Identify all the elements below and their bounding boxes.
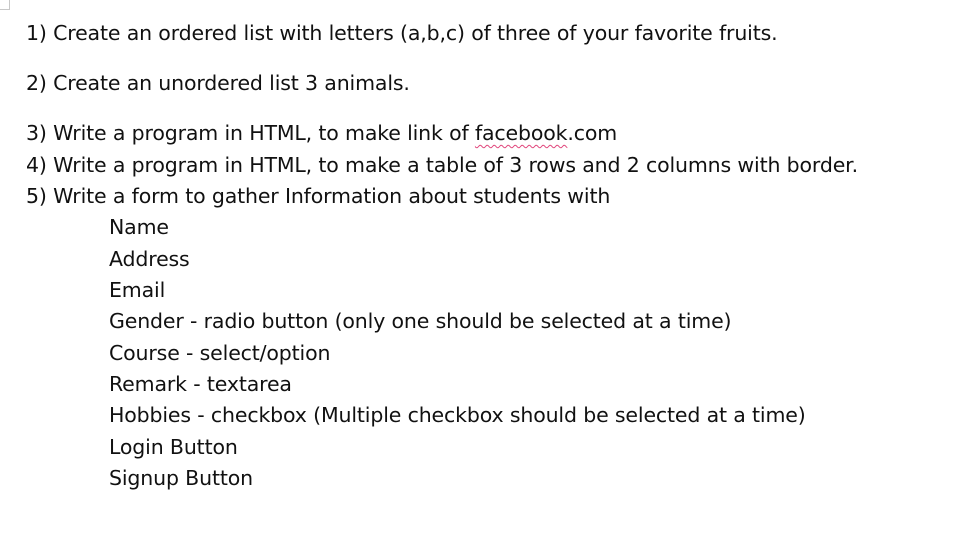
task-5: 5) Write a form to gather Information ab…	[26, 184, 611, 208]
form-field-remark: Remark - textarea	[109, 372, 292, 396]
task-3-suffix: .com	[567, 121, 618, 145]
task-3: 3) Write a program in HTML, to make link…	[26, 120, 617, 146]
form-field-hobbies: Hobbies - checkbox (Multiple checkbox sh…	[109, 403, 806, 427]
form-field-signup-button: Signup Button	[109, 466, 253, 490]
form-field-name: Name	[109, 215, 169, 239]
form-field-course: Course - select/option	[109, 341, 331, 365]
form-field-gender: Gender - radio button (only one should b…	[109, 309, 732, 333]
page-corner-marker	[0, 0, 10, 10]
form-field-email: Email	[109, 278, 166, 302]
task-3-text: 3) Write a program in HTML, to make link…	[26, 121, 475, 145]
task-1: 1) Create an ordered list with letters (…	[26, 21, 778, 45]
misspelled-word-facebook: facebook	[474, 121, 568, 145]
form-field-login-button: Login Button	[109, 435, 238, 459]
document-body: 1) Create an ordered list with letters (…	[26, 0, 956, 557]
task-2: 2) Create an unordered list 3 animals.	[26, 71, 410, 95]
form-field-address: Address	[109, 247, 190, 271]
task-4: 4) Write a program in HTML, to make a ta…	[26, 153, 858, 177]
